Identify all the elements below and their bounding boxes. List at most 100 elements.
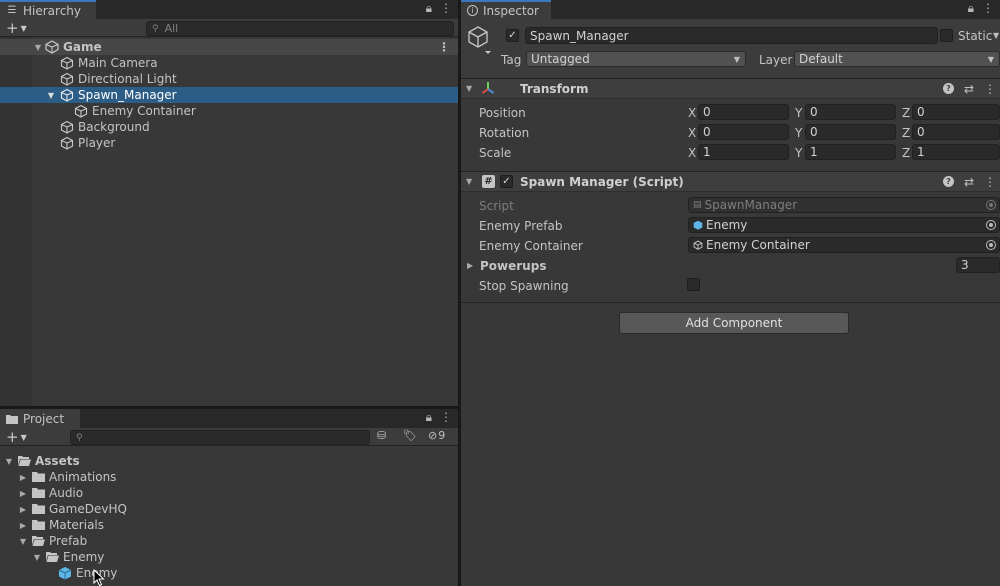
help-icon[interactable]: ? bbox=[942, 175, 954, 187]
expand-triangle-icon[interactable]: ▶ bbox=[467, 261, 473, 270]
expand-triangle-icon[interactable]: ▼ bbox=[32, 553, 42, 562]
more-icon[interactable]: ⋮ bbox=[982, 1, 994, 16]
search-placeholder: All bbox=[164, 22, 179, 35]
presets-icon[interactable]: ⇄ bbox=[964, 82, 974, 96]
powerups-size-field[interactable]: 3 bbox=[956, 257, 1000, 273]
layer-dropdown[interactable]: Default ▼ bbox=[794, 51, 1000, 67]
project-folder-assets[interactable]: ▼ Assets bbox=[0, 453, 458, 469]
filter-by-type-icon[interactable]: ⛁ bbox=[377, 429, 386, 442]
scale-x-field[interactable]: 1 bbox=[698, 144, 789, 160]
project-folder-audio[interactable]: ▶ Audio bbox=[0, 485, 458, 501]
hierarchy-item-background[interactable]: Background bbox=[0, 119, 458, 135]
position-y-field[interactable]: 0 bbox=[805, 104, 896, 120]
help-icon[interactable]: ? bbox=[942, 82, 954, 94]
create-button[interactable]: + ▼ bbox=[6, 428, 27, 446]
enemy-container-field[interactable]: Enemy Container bbox=[688, 237, 1000, 253]
hierarchy-item-enemy-container[interactable]: Enemy Container bbox=[0, 103, 458, 119]
more-icon[interactable]: ⋮ bbox=[984, 175, 996, 189]
gameobject-cube-icon bbox=[60, 56, 74, 70]
active-checkbox[interactable]: ✓ bbox=[506, 29, 519, 42]
rotation-y-field[interactable]: 0 bbox=[805, 124, 896, 140]
tag-dropdown[interactable]: Untagged ▼ bbox=[526, 51, 746, 67]
project-search-input[interactable]: ⚲ bbox=[70, 430, 370, 445]
hidden-packages-icon[interactable]: ⊘ 9 bbox=[428, 429, 445, 442]
filter-by-label-icon[interactable]: 🏷︎ bbox=[403, 429, 417, 442]
lock-icon[interactable]: 🔒︎ bbox=[968, 1, 974, 16]
expand-triangle-icon[interactable]: ▼ bbox=[46, 91, 56, 100]
object-picker-icon bbox=[986, 200, 996, 210]
more-icon[interactable]: ⋮ bbox=[440, 1, 452, 16]
hierarchy-item-label: Directional Light bbox=[78, 72, 177, 86]
gameobject-cube-icon bbox=[60, 72, 74, 86]
axis-y-label: Y bbox=[795, 106, 803, 120]
expand-triangle-icon[interactable]: ▼ bbox=[466, 177, 472, 186]
object-picker-icon[interactable] bbox=[986, 240, 996, 250]
more-icon[interactable]: ⋮ bbox=[440, 410, 452, 425]
more-icon[interactable]: ⋮ bbox=[984, 82, 996, 96]
scale-z-field[interactable]: 1 bbox=[912, 144, 1000, 160]
folder-label: Enemy bbox=[63, 550, 105, 564]
scale-y-field[interactable]: 1 bbox=[805, 144, 896, 160]
script-component-header[interactable]: ▼ # ✓ Spawn Manager (Script) ? ⇄ ⋮ bbox=[461, 171, 1000, 192]
inspector-tabbar: i Inspector 🔒︎ ⋮ bbox=[461, 0, 1000, 19]
field-value: 0 bbox=[917, 125, 925, 139]
expand-triangle-icon[interactable]: ▼ bbox=[466, 84, 472, 93]
position-label: Position bbox=[479, 106, 526, 120]
project-asset-enemy-prefab[interactable]: Enemy bbox=[0, 565, 458, 586]
project-folder-gamedevhq[interactable]: ▶ GameDevHQ bbox=[0, 501, 458, 517]
csharp-script-icon: # bbox=[482, 175, 495, 188]
chevron-down-icon[interactable]: ▼ bbox=[993, 31, 999, 40]
position-x-field[interactable]: 0 bbox=[698, 104, 789, 120]
hierarchy-search-input[interactable]: ⚲ All bbox=[146, 21, 454, 36]
transform-header[interactable]: ▼ Transform ? ⇄ ⋮ bbox=[461, 78, 1000, 99]
project-folder-prefab[interactable]: ▼ Prefab bbox=[0, 533, 458, 549]
chevron-down-icon: ▼ bbox=[20, 23, 27, 33]
static-checkbox[interactable] bbox=[940, 29, 953, 42]
presets-icon[interactable]: ⇄ bbox=[964, 175, 974, 189]
stop-spawning-checkbox[interactable] bbox=[687, 278, 700, 291]
expand-triangle-icon[interactable]: ▼ bbox=[18, 537, 28, 546]
gameobject-cube-icon bbox=[60, 120, 74, 134]
tab-inspector[interactable]: i Inspector bbox=[461, 0, 551, 19]
prefab-cube-icon bbox=[693, 220, 703, 230]
horizontal-splitter[interactable] bbox=[0, 406, 458, 409]
lock-icon[interactable]: 🔒︎ bbox=[426, 410, 432, 425]
more-icon[interactable]: ⋮ bbox=[438, 40, 450, 54]
expand-triangle-icon[interactable]: ▼ bbox=[33, 43, 43, 52]
tab-hierarchy[interactable]: ☰ Hierarchy bbox=[0, 0, 96, 19]
expand-triangle-icon[interactable]: ▶ bbox=[18, 489, 28, 498]
object-picker-icon[interactable] bbox=[986, 220, 996, 230]
project-folder-enemy[interactable]: ▼ Enemy bbox=[0, 549, 458, 565]
tab-project[interactable]: Project bbox=[0, 409, 80, 428]
hierarchy-item-label: Enemy Container bbox=[92, 104, 196, 118]
create-button[interactable]: + ▼ bbox=[6, 19, 27, 37]
object-name-field[interactable]: Spawn_Manager bbox=[525, 27, 938, 44]
vertical-splitter[interactable] bbox=[458, 0, 461, 586]
expand-triangle-icon[interactable]: ▶ bbox=[18, 505, 28, 514]
field-value: 1 bbox=[703, 145, 711, 159]
tab-project-label: Project bbox=[23, 411, 65, 426]
enemy-prefab-field[interactable]: Enemy bbox=[688, 217, 1000, 233]
tag-label: Tag bbox=[501, 53, 522, 67]
folder-label: GameDevHQ bbox=[49, 502, 127, 516]
scene-row[interactable]: ▼ Game ⋮ bbox=[0, 39, 458, 55]
rotation-x-field[interactable]: 0 bbox=[698, 124, 789, 140]
expand-triangle-icon[interactable]: ▼ bbox=[4, 457, 14, 466]
project-folder-materials[interactable]: ▶ Materials bbox=[0, 517, 458, 533]
hierarchy-item-main-camera[interactable]: Main Camera bbox=[0, 55, 458, 71]
gameobject-cube-icon bbox=[693, 240, 703, 250]
add-component-button[interactable]: Add Component bbox=[619, 312, 849, 334]
stop-spawning-label: Stop Spawning bbox=[479, 279, 569, 293]
powerups-label[interactable]: Powerups bbox=[480, 259, 546, 273]
rotation-z-field[interactable]: 0 bbox=[912, 124, 1000, 140]
tag-value: Untagged bbox=[531, 52, 590, 66]
lock-icon[interactable]: 🔒︎ bbox=[426, 1, 432, 16]
position-z-field[interactable]: 0 bbox=[912, 104, 1000, 120]
project-folder-animations[interactable]: ▶ Animations bbox=[0, 469, 458, 485]
expand-triangle-icon[interactable]: ▶ bbox=[18, 473, 28, 482]
script-enabled-checkbox[interactable]: ✓ bbox=[500, 175, 513, 188]
hierarchy-item-spawn-manager[interactable]: ▼ Spawn_Manager bbox=[0, 87, 458, 103]
hierarchy-item-directional-light[interactable]: Directional Light bbox=[0, 71, 458, 87]
expand-triangle-icon[interactable]: ▶ bbox=[18, 521, 28, 530]
hierarchy-item-player[interactable]: Player bbox=[0, 135, 458, 151]
